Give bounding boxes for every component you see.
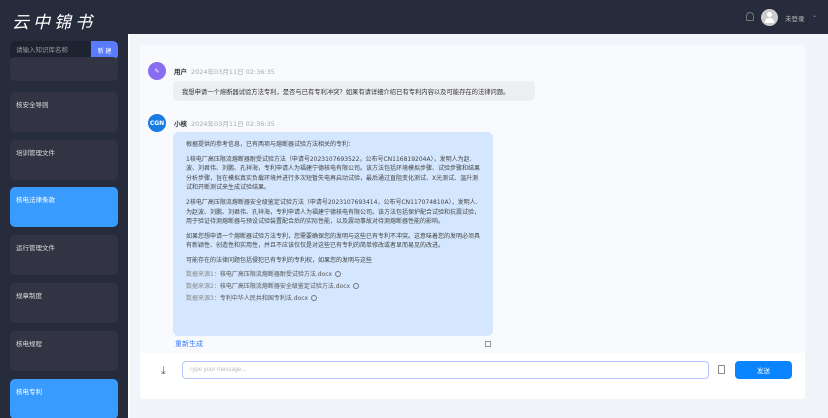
user-avatar-icon: ✎ (148, 62, 166, 80)
expand-icon[interactable] (353, 283, 360, 290)
bot-avatar: CGN (148, 114, 166, 132)
user-avatar[interactable] (761, 9, 778, 26)
message-input[interactable] (182, 361, 709, 379)
regenerate-button[interactable]: 重新生成 (175, 339, 203, 349)
user-msg-header: 用户 2024年03月11日 02:36:35 (174, 66, 275, 76)
kb-item[interactable]: 核电规程 (10, 331, 118, 371)
bot-message: 根据提供的参考信息，已有两项与熔断器试验方法相关的专利： 1核电厂高压限流熔断器… (173, 132, 493, 336)
user-message: 我想申请一个熔断器试验方法专利，是否与已有专利冲突？如果有请详细介绍已有专利内容… (173, 81, 535, 101)
app-logo: 云中锦书 (12, 13, 96, 33)
paragraph: 1核电厂高压限流熔断器耐受试验方法（申请号2023107693522，公布号CN… (186, 155, 481, 192)
kb-item[interactable]: 培训管理文件 (10, 140, 118, 180)
kb-item[interactable] (10, 57, 118, 81)
chevron-down-icon[interactable]: ⌄ (812, 12, 817, 19)
source-link[interactable]: 数据来源2：核电厂高压限流熔断器安全级鉴定试验方法.docx (186, 283, 480, 291)
paragraph: 2核电厂高压限流熔断器安全级鉴定试验方法（申请号2023107693414，公布… (186, 198, 481, 226)
sender-name: 用户 (174, 68, 187, 76)
sender-name: 小核 (174, 120, 187, 128)
kb-item[interactable]: 核安全导则 (10, 92, 118, 132)
top-header: 云中锦书 未登录 ⌄ (0, 0, 828, 34)
input-bar: ⤓ 发送 (140, 353, 805, 399)
chat-panel: ✎ 用户 2024年03月11日 02:36:35 我想申请一个熔断器试验方法专利… (140, 45, 805, 399)
kb-item[interactable]: 运行管理文件 (10, 235, 118, 275)
bell-icon[interactable] (746, 12, 754, 21)
user-name[interactable]: 未登录 (785, 13, 805, 23)
message-list[interactable]: ✎ 用户 2024年03月11日 02:36:35 我想申请一个熔断器试验方法专利… (140, 45, 805, 353)
source-link[interactable]: 数据来源1：核电厂高压限流熔断器耐受试验方法.docx (186, 271, 480, 279)
paragraph: 可能存在的法律问题包括侵犯已有专利的专利权，如果您的发明与这些 (186, 256, 373, 264)
paragraph: 根据提供的参考信息，已有两项与熔断器试验方法相关的专利： (186, 141, 355, 148)
expand-icon[interactable] (311, 295, 318, 302)
timestamp: 2024年03月11日 02:36:35 (191, 68, 275, 76)
expand-icon[interactable] (335, 271, 342, 278)
bot-msg-header: 小核 2024年03月11日 02:36:35 (174, 118, 275, 128)
send-button[interactable]: 发送 (735, 361, 792, 379)
download-icon[interactable]: ⤓ (161, 364, 166, 378)
timestamp: 2024年03月11日 02:36:35 (191, 120, 275, 128)
divider (128, 34, 130, 418)
copy-icon[interactable] (485, 341, 491, 347)
kb-item[interactable]: 规章制度 (10, 283, 118, 323)
kb-item-active[interactable]: 核电专利 (10, 379, 118, 418)
paragraph: 如果您想申请一个熔断器试验方法专利，您需要确保您的发明与这些已有专利不冲突。这意… (186, 232, 481, 250)
trash-icon[interactable] (718, 365, 725, 374)
source-link[interactable]: 数据来源3：专利中华人民共和国专利法.docx (186, 295, 480, 303)
kb-item-active[interactable]: 核电法律条款 (10, 187, 118, 227)
sidebar: 新 建 核安全导则 培训管理文件 核电法律条款 运行管理文件 规章制度 核电规程… (0, 34, 128, 418)
